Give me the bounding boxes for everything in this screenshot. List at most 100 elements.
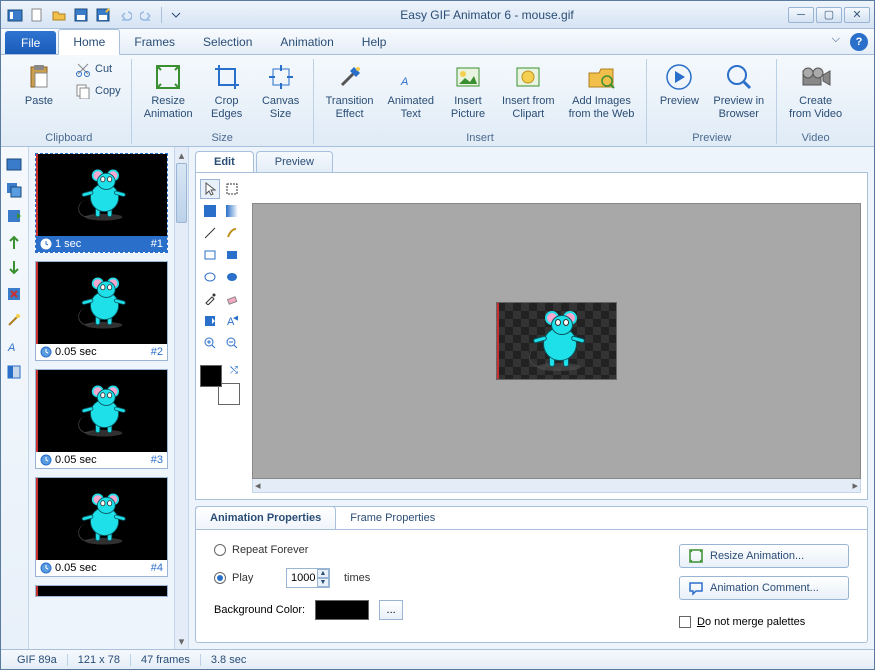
tool-arrow-down-icon[interactable]	[3, 257, 25, 279]
canvas-view[interactable]	[252, 203, 861, 479]
tab-animation[interactable]: Animation	[266, 29, 347, 54]
text-tool-icon[interactable]: A◀	[222, 311, 242, 331]
minimize-button[interactable]: ─	[788, 7, 814, 23]
tool-duplicate-icon[interactable]	[3, 205, 25, 227]
play-radio[interactable]	[214, 572, 226, 584]
tool-palette: A◀ ⤭	[196, 173, 246, 499]
canvas-image[interactable]	[496, 302, 617, 380]
color-swatch[interactable]: ⤭	[200, 365, 240, 405]
fill-tool-icon[interactable]	[200, 201, 220, 221]
status-duration: 3.8 sec	[201, 654, 256, 666]
preview-button[interactable]: Preview	[655, 59, 703, 110]
tool-wand-icon[interactable]	[3, 309, 25, 331]
insert-clipart-button[interactable]: Insert from Clipart	[498, 59, 559, 122]
qat-dropdown-icon[interactable]	[166, 5, 186, 25]
resize-animation-action-button[interactable]: Resize Animation...	[679, 544, 849, 568]
frame-duration: 0.05 sec	[55, 346, 97, 358]
create-from-video-button[interactable]: Create from Video	[785, 59, 846, 122]
tool-frame-icon[interactable]	[3, 153, 25, 175]
frame-number: #1	[151, 238, 163, 250]
svg-text:A: A	[7, 342, 15, 354]
left-toolbar: A	[1, 147, 29, 649]
copy-button[interactable]: Copy	[73, 81, 123, 101]
tool-arrow-up-icon[interactable]	[3, 231, 25, 253]
insert-picture-button[interactable]: Insert Picture	[444, 59, 492, 122]
qat-save-icon[interactable]	[71, 5, 91, 25]
rect-tool-icon[interactable]	[200, 245, 220, 265]
rect-fill-tool-icon[interactable]	[222, 245, 242, 265]
preview-tab[interactable]: Preview	[256, 151, 333, 172]
frame-number: #2	[151, 346, 163, 358]
resize-animation-button[interactable]: Resize Animation	[140, 59, 197, 122]
zoom-out-tool-icon[interactable]	[222, 333, 242, 353]
frames-scrollbar[interactable]: ▴▾	[174, 147, 188, 649]
frame-item-4[interactable]: 0.05 sec#4	[35, 477, 168, 577]
frame-item-1[interactable]: 1 sec#1	[35, 153, 168, 253]
spin-down[interactable]: ▼	[317, 578, 329, 587]
paste-button[interactable]: Paste	[15, 59, 63, 110]
zoom-in-tool-icon[interactable]	[200, 333, 220, 353]
cut-button[interactable]: Cut	[73, 59, 123, 79]
tool-panel-icon[interactable]	[3, 361, 25, 383]
status-dimensions: 121 x 78	[68, 654, 131, 666]
gradient-tool-icon[interactable]	[222, 201, 242, 221]
status-frames: 47 frames	[131, 654, 201, 666]
window-title: Easy GIF Animator 6 - mouse.gif	[186, 8, 788, 22]
tab-selection[interactable]: Selection	[189, 29, 266, 54]
frame-duration: 0.05 sec	[55, 454, 97, 466]
titlebar: Easy GIF Animator 6 - mouse.gif ─ ▢ ✕	[1, 1, 874, 29]
properties-panel: Animation Properties Frame Properties Re…	[195, 506, 868, 643]
transition-effect-button[interactable]: Transition Effect	[322, 59, 378, 122]
qat-undo-icon[interactable]	[115, 5, 135, 25]
qat-app-icon[interactable]	[5, 5, 25, 25]
help-icon[interactable]: ?	[850, 33, 868, 51]
animation-properties-tab[interactable]: Animation Properties	[195, 506, 336, 530]
frame-properties-tab[interactable]: Frame Properties	[336, 507, 449, 529]
qat-open-icon[interactable]	[49, 5, 69, 25]
edit-tab[interactable]: Edit	[195, 151, 254, 172]
close-button[interactable]: ✕	[844, 7, 870, 23]
canvas-size-button[interactable]: Canvas Size	[257, 59, 305, 122]
animation-comment-button[interactable]: Animation Comment...	[679, 576, 849, 600]
bg-color-button[interactable]: ...	[379, 600, 403, 620]
eraser-tool-icon[interactable]	[222, 289, 242, 309]
qat-save-as-icon[interactable]	[93, 5, 113, 25]
add-images-web-button[interactable]: Add Images from the Web	[565, 59, 639, 122]
file-menu[interactable]: File	[5, 31, 56, 54]
tool-text-icon[interactable]: A	[3, 335, 25, 357]
tool-delete-icon[interactable]	[3, 283, 25, 305]
tab-frames[interactable]: Frames	[120, 29, 189, 54]
merge-palettes-checkbox[interactable]	[679, 616, 691, 628]
canvas-h-scrollbar[interactable]: ◂▸	[252, 479, 861, 493]
menubar: File Home Frames Selection Animation Hel…	[1, 29, 874, 55]
crop-edges-button[interactable]: Crop Edges	[203, 59, 251, 122]
status-format: GIF 89a	[7, 654, 68, 666]
tool-frames-icon[interactable]	[3, 179, 25, 201]
qat-redo-icon[interactable]	[137, 5, 157, 25]
svg-text:A: A	[400, 76, 408, 88]
brush-tool-icon[interactable]	[222, 223, 242, 243]
minimize-ribbon-icon[interactable]: ⌵	[832, 33, 840, 50]
svg-text:◀: ◀	[233, 315, 238, 324]
repeat-forever-radio[interactable]	[214, 544, 226, 556]
animated-text-button[interactable]: AAnimated Text	[384, 59, 438, 122]
spin-up[interactable]: ▲	[317, 569, 329, 578]
move-tool-icon[interactable]	[200, 311, 220, 331]
preview-browser-button[interactable]: Preview in Browser	[709, 59, 768, 122]
tab-help[interactable]: Help	[348, 29, 401, 54]
eyedropper-tool-icon[interactable]	[200, 289, 220, 309]
marquee-tool-icon[interactable]	[222, 179, 242, 199]
maximize-button[interactable]: ▢	[816, 7, 842, 23]
qat-new-icon[interactable]	[27, 5, 47, 25]
frame-item-2[interactable]: 0.05 sec #2	[35, 261, 168, 361]
frame-item-3[interactable]: 0.05 sec #3	[35, 369, 168, 469]
tab-home[interactable]: Home	[58, 29, 120, 55]
line-tool-icon[interactable]	[200, 223, 220, 243]
swap-colors-icon[interactable]: ⤭	[230, 365, 238, 376]
frames-panel: 1 sec#1 0.05 sec #2 0.05 sec #3 0.05 sec#4…	[29, 147, 189, 649]
ellipse-fill-tool-icon[interactable]	[222, 267, 242, 287]
ellipse-tool-icon[interactable]	[200, 267, 220, 287]
frame-number: #3	[151, 454, 163, 466]
select-tool-icon[interactable]	[200, 179, 220, 199]
bg-color-swatch	[315, 600, 369, 620]
